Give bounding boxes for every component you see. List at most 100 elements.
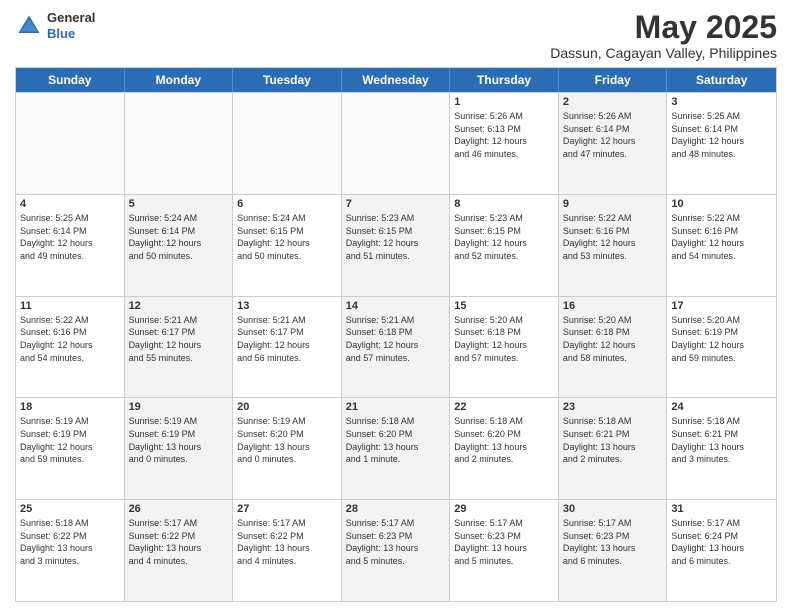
cal-cell-27: 27 Sunrise: 5:17 AM Sunset: 6:22 PM Dayli… xyxy=(233,500,342,601)
day-number: 14 xyxy=(346,300,446,312)
header-day-wednesday: Wednesday xyxy=(342,68,451,92)
day-number: 27 xyxy=(237,503,337,515)
calendar-body: 1 Sunrise: 5:26 AM Sunset: 6:13 PM Daylig… xyxy=(16,92,776,601)
day-number: 16 xyxy=(563,300,663,312)
header-day-sunday: Sunday xyxy=(16,68,125,92)
header-day-friday: Friday xyxy=(559,68,668,92)
cal-cell-24: 24 Sunrise: 5:18 AM Sunset: 6:21 PM Dayli… xyxy=(667,398,776,499)
day-info: Sunrise: 5:21 AM Sunset: 6:17 PM Dayligh… xyxy=(237,314,337,364)
day-info: Sunrise: 5:19 AM Sunset: 6:19 PM Dayligh… xyxy=(20,415,120,465)
header-day-thursday: Thursday xyxy=(450,68,559,92)
main-title: May 2025 xyxy=(550,10,777,45)
day-number: 4 xyxy=(20,198,120,210)
cal-cell-17: 17Sunrise: 5:20 AM Sunset: 6:19 PM Dayli… xyxy=(667,297,776,398)
header-day-tuesday: Tuesday xyxy=(233,68,342,92)
day-info: Sunrise: 5:17 AM Sunset: 6:23 PM Dayligh… xyxy=(563,517,663,567)
cal-cell-19: 19Sunrise: 5:19 AM Sunset: 6:19 PM Dayli… xyxy=(125,398,234,499)
logo-general: General xyxy=(47,10,95,26)
day-number: 28 xyxy=(346,503,446,515)
day-info: Sunrise: 5:24 AM Sunset: 6:15 PM Dayligh… xyxy=(237,212,337,262)
cal-cell-2: 2 Sunrise: 5:26 AM Sunset: 6:14 PM Daylig… xyxy=(559,93,668,194)
cal-cell-25: 25 Sunrise: 5:18 AM Sunset: 6:22 PM Dayli… xyxy=(16,500,125,601)
cal-cell-28: 28Sunrise: 5:17 AM Sunset: 6:23 PM Dayli… xyxy=(342,500,451,601)
day-number: 10 xyxy=(671,198,772,210)
day-info: Sunrise: 5:22 AM Sunset: 6:16 PM Dayligh… xyxy=(20,314,120,364)
day-number: 21 xyxy=(346,401,446,413)
cal-cell-16: 16 Sunrise: 5:20 AM Sunset: 6:18 PM Dayli… xyxy=(559,297,668,398)
cal-cell-5: 5 Sunrise: 5:24 AM Sunset: 6:14 PM Daylig… xyxy=(125,195,234,296)
day-info: Sunrise: 5:25 AM Sunset: 6:14 PM Dayligh… xyxy=(671,110,772,160)
calendar-row-1: 4 Sunrise: 5:25 AM Sunset: 6:14 PM Daylig… xyxy=(16,194,776,296)
cal-cell-31: 31 Sunrise: 5:17 AM Sunset: 6:24 PM Dayli… xyxy=(667,500,776,601)
day-info: Sunrise: 5:19 AM Sunset: 6:20 PM Dayligh… xyxy=(237,415,337,465)
cal-cell-4: 4 Sunrise: 5:25 AM Sunset: 6:14 PM Daylig… xyxy=(16,195,125,296)
day-number: 13 xyxy=(237,300,337,312)
day-info: Sunrise: 5:20 AM Sunset: 6:18 PM Dayligh… xyxy=(563,314,663,364)
cal-cell-30: 30 Sunrise: 5:17 AM Sunset: 6:23 PM Dayli… xyxy=(559,500,668,601)
logo-blue: Blue xyxy=(47,26,95,42)
day-info: Sunrise: 5:23 AM Sunset: 6:15 PM Dayligh… xyxy=(346,212,446,262)
day-number: 30 xyxy=(563,503,663,515)
subtitle: Dassun, Cagayan Valley, Philippines xyxy=(550,45,777,61)
cal-cell-8: 8Sunrise: 5:23 AM Sunset: 6:15 PM Daylig… xyxy=(450,195,559,296)
calendar-row-2: 11Sunrise: 5:22 AM Sunset: 6:16 PM Dayli… xyxy=(16,296,776,398)
calendar-row-0: 1 Sunrise: 5:26 AM Sunset: 6:13 PM Daylig… xyxy=(16,92,776,194)
calendar: SundayMondayTuesdayWednesdayThursdayFrid… xyxy=(15,67,777,602)
calendar-header: SundayMondayTuesdayWednesdayThursdayFrid… xyxy=(16,68,776,92)
day-number: 6 xyxy=(237,198,337,210)
day-number: 22 xyxy=(454,401,554,413)
cal-cell-7: 7Sunrise: 5:23 AM Sunset: 6:15 PM Daylig… xyxy=(342,195,451,296)
day-info: Sunrise: 5:18 AM Sunset: 6:22 PM Dayligh… xyxy=(20,517,120,567)
day-info: Sunrise: 5:21 AM Sunset: 6:18 PM Dayligh… xyxy=(346,314,446,364)
calendar-row-4: 25 Sunrise: 5:18 AM Sunset: 6:22 PM Dayli… xyxy=(16,499,776,601)
day-number: 2 xyxy=(563,96,663,108)
day-number: 12 xyxy=(129,300,229,312)
day-info: Sunrise: 5:18 AM Sunset: 6:21 PM Dayligh… xyxy=(671,415,772,465)
cal-cell-29: 29Sunrise: 5:17 AM Sunset: 6:23 PM Dayli… xyxy=(450,500,559,601)
day-info: Sunrise: 5:25 AM Sunset: 6:14 PM Dayligh… xyxy=(20,212,120,262)
title-section: May 2025 Dassun, Cagayan Valley, Philipp… xyxy=(550,10,777,61)
day-info: Sunrise: 5:24 AM Sunset: 6:14 PM Dayligh… xyxy=(129,212,229,262)
logo-icon xyxy=(15,12,43,40)
logo: General Blue xyxy=(15,10,95,41)
cal-cell-12: 12 Sunrise: 5:21 AM Sunset: 6:17 PM Dayli… xyxy=(125,297,234,398)
day-info: Sunrise: 5:17 AM Sunset: 6:24 PM Dayligh… xyxy=(671,517,772,567)
day-info: Sunrise: 5:21 AM Sunset: 6:17 PM Dayligh… xyxy=(129,314,229,364)
day-number: 25 xyxy=(20,503,120,515)
cal-cell-1: 1 Sunrise: 5:26 AM Sunset: 6:13 PM Daylig… xyxy=(450,93,559,194)
header: General Blue May 2025 Dassun, Cagayan Va… xyxy=(15,10,777,61)
logo-text: General Blue xyxy=(47,10,95,41)
cal-cell-9: 9Sunrise: 5:22 AM Sunset: 6:16 PM Daylig… xyxy=(559,195,668,296)
day-number: 5 xyxy=(129,198,229,210)
day-number: 15 xyxy=(454,300,554,312)
page: General Blue May 2025 Dassun, Cagayan Va… xyxy=(0,0,792,612)
day-number: 3 xyxy=(671,96,772,108)
day-info: Sunrise: 5:26 AM Sunset: 6:13 PM Dayligh… xyxy=(454,110,554,160)
day-number: 8 xyxy=(454,198,554,210)
day-info: Sunrise: 5:20 AM Sunset: 6:19 PM Dayligh… xyxy=(671,314,772,364)
header-day-saturday: Saturday xyxy=(667,68,776,92)
day-number: 24 xyxy=(671,401,772,413)
day-number: 1 xyxy=(454,96,554,108)
day-number: 19 xyxy=(129,401,229,413)
cal-cell-empty-0-2 xyxy=(233,93,342,194)
cal-cell-20: 20Sunrise: 5:19 AM Sunset: 6:20 PM Dayli… xyxy=(233,398,342,499)
day-number: 18 xyxy=(20,401,120,413)
day-info: Sunrise: 5:18 AM Sunset: 6:20 PM Dayligh… xyxy=(346,415,446,465)
day-info: Sunrise: 5:17 AM Sunset: 6:23 PM Dayligh… xyxy=(454,517,554,567)
cal-cell-empty-0-0 xyxy=(16,93,125,194)
day-info: Sunrise: 5:26 AM Sunset: 6:14 PM Dayligh… xyxy=(563,110,663,160)
day-info: Sunrise: 5:18 AM Sunset: 6:21 PM Dayligh… xyxy=(563,415,663,465)
cal-cell-13: 13 Sunrise: 5:21 AM Sunset: 6:17 PM Dayli… xyxy=(233,297,342,398)
cal-cell-14: 14 Sunrise: 5:21 AM Sunset: 6:18 PM Dayli… xyxy=(342,297,451,398)
cal-cell-10: 10Sunrise: 5:22 AM Sunset: 6:16 PM Dayli… xyxy=(667,195,776,296)
cal-cell-11: 11Sunrise: 5:22 AM Sunset: 6:16 PM Dayli… xyxy=(16,297,125,398)
day-info: Sunrise: 5:17 AM Sunset: 6:22 PM Dayligh… xyxy=(237,517,337,567)
calendar-row-3: 18 Sunrise: 5:19 AM Sunset: 6:19 PM Dayli… xyxy=(16,397,776,499)
header-day-monday: Monday xyxy=(125,68,234,92)
cal-cell-empty-0-1 xyxy=(125,93,234,194)
day-info: Sunrise: 5:18 AM Sunset: 6:20 PM Dayligh… xyxy=(454,415,554,465)
day-number: 31 xyxy=(671,503,772,515)
cal-cell-21: 21 Sunrise: 5:18 AM Sunset: 6:20 PM Dayli… xyxy=(342,398,451,499)
cal-cell-18: 18 Sunrise: 5:19 AM Sunset: 6:19 PM Dayli… xyxy=(16,398,125,499)
